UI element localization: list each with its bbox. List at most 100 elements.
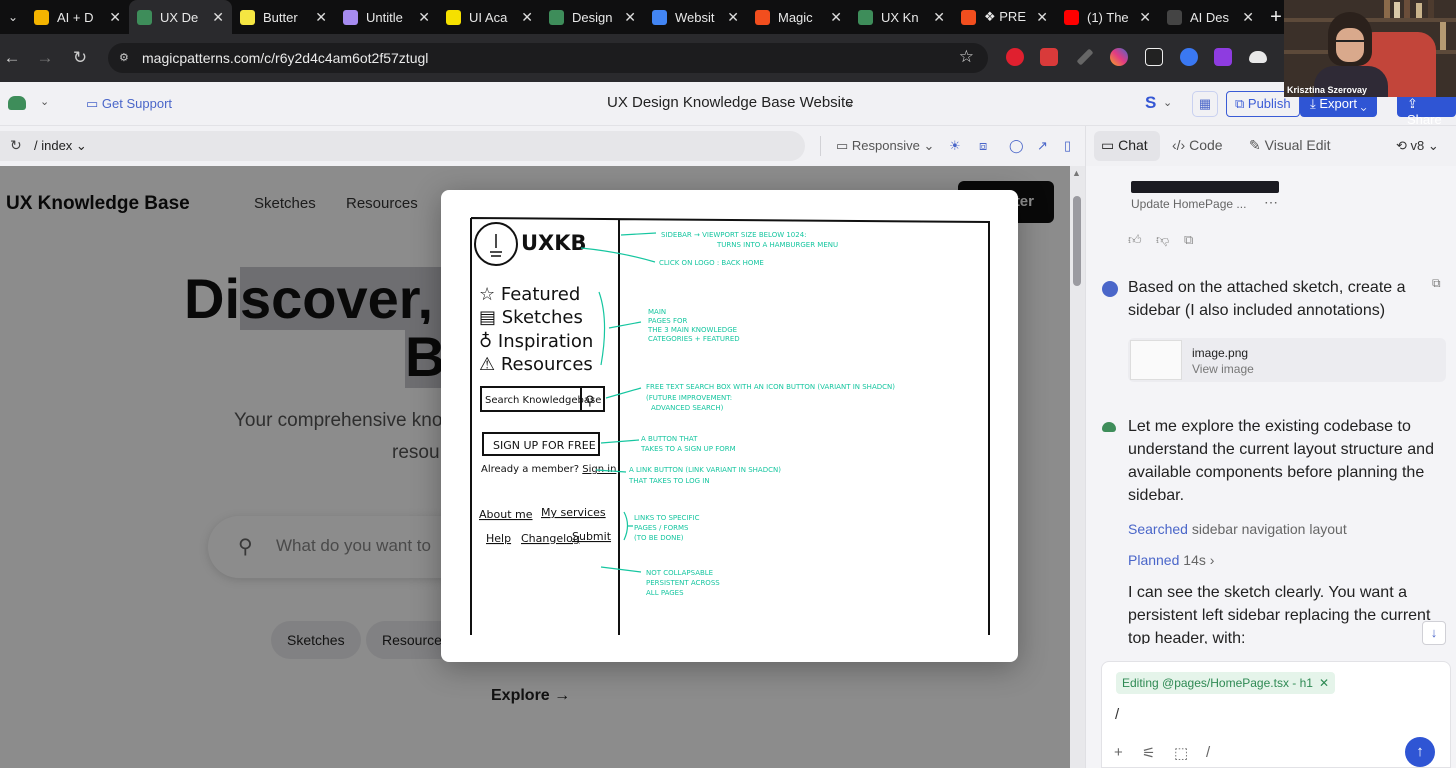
bookmark-star-icon[interactable]: ☆ <box>959 47 974 67</box>
browser-tab[interactable]: Design ✕ <box>541 0 644 34</box>
more-options-icon[interactable]: ⋯ <box>1264 194 1278 211</box>
split-view-icon[interactable]: ▯ <box>1064 138 1071 154</box>
figma-icon[interactable]: ⧈ <box>979 138 987 154</box>
extension-notion-icon[interactable] <box>1145 48 1163 66</box>
tab-visual-edit[interactable]: ✎ Visual Edit <box>1249 137 1331 154</box>
add-attachment-icon[interactable]: + <box>1114 744 1123 761</box>
tab-close-icon[interactable]: ✕ <box>1242 9 1254 26</box>
browser-tab[interactable]: Untitle ✕ <box>335 0 438 34</box>
select-element-icon[interactable]: ⬚ <box>1174 744 1188 762</box>
user-avatar-dot <box>1102 281 1118 297</box>
send-button[interactable]: ↑ <box>1405 737 1435 767</box>
tab-close-icon[interactable]: ✕ <box>109 9 121 26</box>
view-image-link[interactable]: View image <box>1192 362 1254 376</box>
browser-tab[interactable]: UX De ✕ <box>129 0 232 34</box>
thumbs-down-icon[interactable]: 👎︎ <box>1156 232 1169 248</box>
project-title[interactable]: UX Design Knowledge Base Website <box>607 94 854 111</box>
tab-label: AI Des <box>1190 9 1230 25</box>
tab-close-icon[interactable]: ✕ <box>830 9 842 26</box>
browser-tab[interactable]: Magic ✕ <box>747 0 850 34</box>
tab-close-icon[interactable]: ✕ <box>521 9 533 26</box>
browser-tab[interactable]: UI Aca ✕ <box>438 0 541 34</box>
version-thumbnail[interactable] <box>1131 181 1279 193</box>
copy-icon[interactable]: ⧉ <box>1184 232 1193 248</box>
image-preview-modal: UXKB ☆ Featured ▤ Sketches ♁ Inspiration… <box>441 190 1018 662</box>
route-path-field[interactable]: ↻ / index ⌄ <box>0 131 805 161</box>
sketch-signup-label: SIGN UP FOR FREE <box>493 439 596 452</box>
extension-shield-icon[interactable] <box>1006 48 1024 66</box>
browser-tab[interactable]: AI Des ✕ <box>1159 0 1262 34</box>
project-menu-chevron-icon[interactable]: ⌄ <box>845 96 854 109</box>
tab-close-icon[interactable]: ✕ <box>418 9 430 26</box>
scrollbar-thumb[interactable] <box>1073 196 1081 286</box>
share-label: Share <box>1407 112 1442 127</box>
theme-toggle-icon[interactable]: ☀ <box>949 138 961 154</box>
logo-menu-chevron-icon[interactable]: ⌄ <box>40 95 49 108</box>
svg-text:NOT COLLAPSABLE: NOT COLLAPSABLE <box>646 569 713 577</box>
assistant-avatar-icon <box>1102 422 1116 432</box>
get-support-link[interactable]: ▭ Get Support <box>86 96 172 112</box>
forward-button[interactable]: → <box>33 46 57 70</box>
editing-context-chip[interactable]: Editing @pages/HomePage.tsx - h1 ✕ <box>1116 672 1336 694</box>
extension-pen-icon[interactable] <box>1076 48 1094 66</box>
tab-close-icon[interactable]: ✕ <box>212 9 224 26</box>
tab-close-icon[interactable]: ✕ <box>727 9 739 26</box>
grid-icon[interactable]: ▦ <box>1192 91 1218 117</box>
route-path[interactable]: / index ⌄ <box>34 138 87 154</box>
user-avatar[interactable]: S <box>1145 93 1156 113</box>
browser-tab[interactable]: ❖ PRE ✕ <box>953 0 1056 34</box>
attachment-thumbnail <box>1130 340 1182 380</box>
slash-command-icon[interactable]: / <box>1206 744 1210 761</box>
version-selector[interactable]: ⟲ v8 ⌄ <box>1396 138 1439 154</box>
attachment-card[interactable]: image.png View image <box>1128 338 1446 382</box>
magic-patterns-logo-icon[interactable] <box>8 96 26 110</box>
svg-text:(TO BE DONE): (TO BE DONE) <box>634 534 684 542</box>
svg-text:(FUTURE IMPROVEMENT:: (FUTURE IMPROVEMENT: <box>646 394 732 402</box>
chat-composer[interactable]: Editing @pages/HomePage.tsx - h1 ✕ / + ⚟ … <box>1101 661 1451 768</box>
tab-code[interactable]: ‹/› Code <box>1172 137 1223 153</box>
svg-text:ALL PAGES: ALL PAGES <box>646 589 684 597</box>
svg-text:PAGES FOR: PAGES FOR <box>648 317 687 325</box>
refresh-preview-icon[interactable]: ↻ <box>10 137 22 154</box>
sketch-link-services: My services <box>541 506 606 519</box>
extension-color-icon[interactable] <box>1110 48 1128 66</box>
svg-text:A LINK BUTTON (LINK VARIANT IN: A LINK BUTTON (LINK VARIANT IN SHADCN) <box>629 466 781 474</box>
back-button[interactable]: ← <box>0 46 24 70</box>
step-planned[interactable]: Planned 14s › <box>1128 552 1214 568</box>
settings-sliders-icon[interactable]: ⚟ <box>1142 744 1155 762</box>
tab-favicon-icon <box>755 9 770 25</box>
tab-label: Untitle <box>366 9 403 25</box>
browser-tab[interactable]: Websit ✕ <box>644 0 747 34</box>
step-searched[interactable]: Searched sidebar navigation layout <box>1128 521 1347 537</box>
site-info-icon[interactable]: ⚙ <box>119 51 133 65</box>
url-field[interactable]: ⚙ magicpatterns.com/c/r6y2d4c4am6ot2f57z… <box>108 43 988 73</box>
open-new-window-icon[interactable]: ↗ <box>1037 138 1048 154</box>
scroll-to-bottom-button[interactable]: ↓ <box>1422 621 1446 645</box>
extension-cloud-icon[interactable] <box>1249 51 1267 63</box>
browser-tab[interactable]: Butter ✕ <box>232 0 335 34</box>
close-icon[interactable]: ✕ <box>1319 676 1329 690</box>
tab-close-icon[interactable]: ✕ <box>1036 9 1048 26</box>
url-text[interactable]: magicpatterns.com/c/r6y2d4c4am6ot2f57ztu… <box>142 50 428 66</box>
chat-input[interactable]: / <box>1115 706 1119 723</box>
extension-purple-icon[interactable] <box>1214 48 1232 66</box>
reload-button[interactable]: ↻ <box>68 46 92 70</box>
responsive-dropdown[interactable]: ▭ Responsive ⌄ <box>836 138 934 154</box>
extension-bird-icon[interactable] <box>1040 48 1058 66</box>
tab-close-icon[interactable]: ✕ <box>624 9 636 26</box>
update-card-title[interactable]: Update HomePage ... <box>1131 197 1246 211</box>
scroll-up-arrow-icon[interactable]: ▲ <box>1072 168 1081 178</box>
thumbs-up-icon[interactable]: 👍︎ <box>1128 232 1142 248</box>
browser-tab[interactable]: (1) The ✕ <box>1056 0 1159 34</box>
tab-chat[interactable]: ▭ Chat <box>1101 137 1148 154</box>
tab-close-icon[interactable]: ✕ <box>1139 9 1151 26</box>
comment-icon[interactable]: ◯ <box>1009 138 1024 154</box>
browser-tab[interactable]: AI + D ✕ <box>26 0 129 34</box>
tab-close-icon[interactable]: ✕ <box>933 9 945 26</box>
preview-scrollbar[interactable]: ▲ <box>1070 166 1085 768</box>
tab-search-dropdown[interactable]: ⌄ <box>0 0 26 34</box>
tab-close-icon[interactable]: ✕ <box>315 9 327 26</box>
browser-tab[interactable]: UX Kn ✕ <box>850 0 953 34</box>
avatar-chevron-icon[interactable]: ⌄ <box>1163 96 1172 109</box>
extension-chrome-icon[interactable] <box>1180 48 1198 66</box>
